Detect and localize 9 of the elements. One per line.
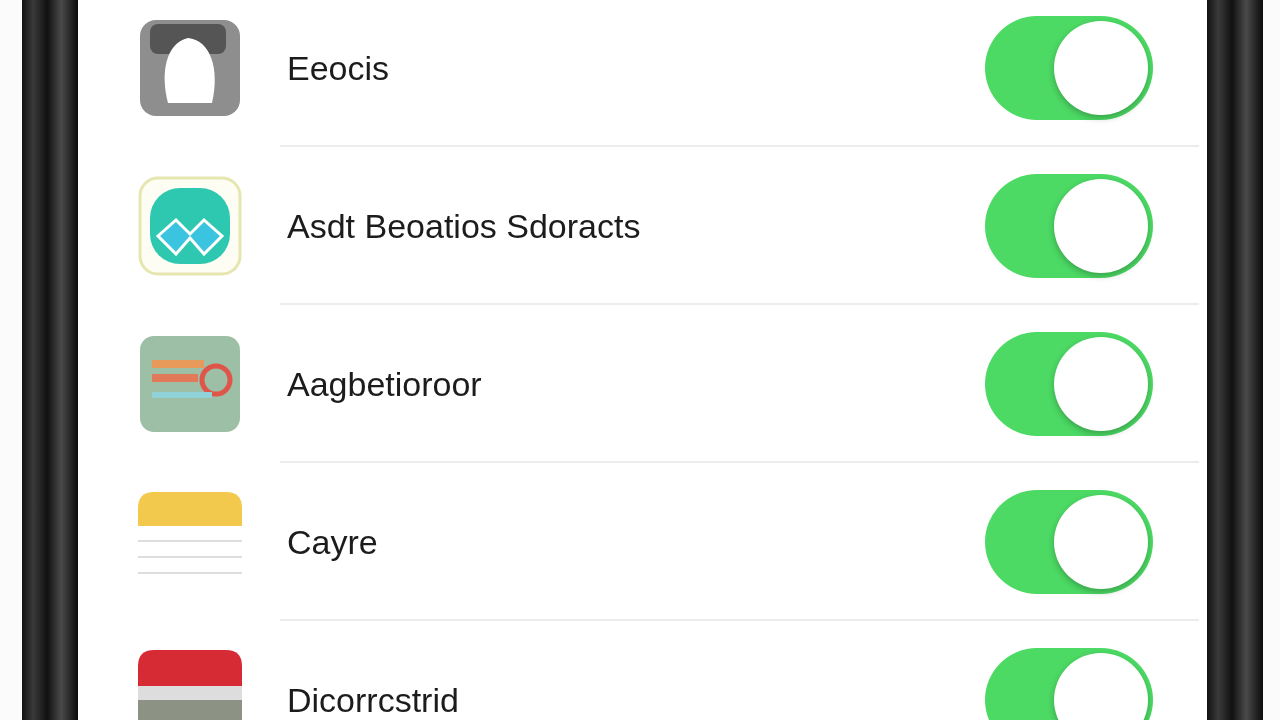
app-icon (138, 334, 242, 434)
setting-label: Cayre (287, 522, 379, 562)
setting-label: Aagbetioroor (287, 364, 483, 404)
setting-label: Dicorrcstrid (287, 680, 460, 720)
figure-icon (138, 18, 242, 118)
setting-label: Eeocis (287, 48, 391, 88)
setting-label: Asdt Beoatios Sdoracts (287, 206, 642, 246)
app-icon (138, 650, 242, 720)
app-icon (138, 176, 242, 276)
